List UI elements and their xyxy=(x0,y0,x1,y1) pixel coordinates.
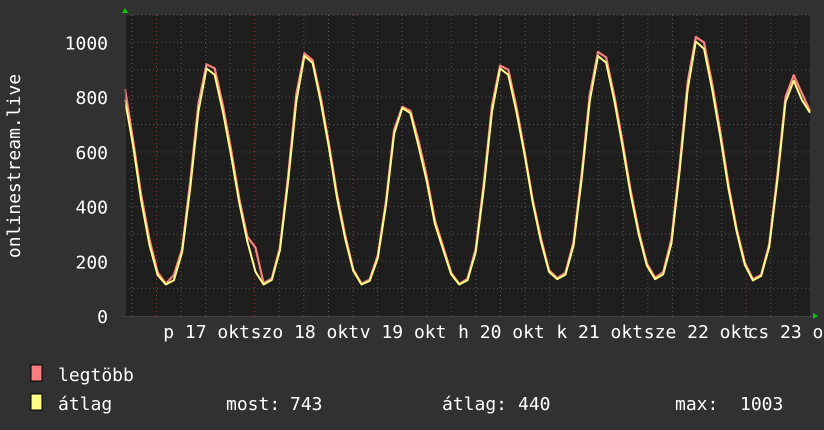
x-tick-label: h 20 okt xyxy=(458,322,545,343)
legend-swatch-avg xyxy=(30,393,43,411)
legend-label-max: legtöbb xyxy=(58,365,134,386)
y-axis-label: onlinestream.live xyxy=(4,74,25,258)
stat-now-value: 743 xyxy=(290,394,323,415)
stat-avg-value: 440 xyxy=(518,394,551,415)
legend-swatch-max xyxy=(30,364,43,382)
y-tick-label: 0 xyxy=(97,307,108,328)
y-tick-label: 200 xyxy=(75,252,108,273)
y-tick-label: 1000 xyxy=(65,33,108,54)
stat-max-value: 1003 xyxy=(740,394,783,415)
x-tick-labels: p 17 okt szo 18 okt v 19 okt h 20 okt k 21 o… xyxy=(163,322,824,343)
x-tick-label: szo 18 okt xyxy=(251,322,359,343)
y-tick-label: 400 xyxy=(75,198,108,219)
chart: 0 200 400 600 800 1000 p 17 okt szo 18 okt v 19… xyxy=(0,0,824,430)
x-tick-label: sze 22 okt xyxy=(644,322,752,343)
x-tick-label: k 21 okt xyxy=(556,322,643,343)
stat-max-label: max: xyxy=(675,394,718,415)
y-tick-label: 600 xyxy=(75,143,108,164)
x-tick-label: cs 23 okt xyxy=(747,322,824,343)
legend-label-avg: átlag xyxy=(58,394,112,415)
stat-avg-label: átlag: xyxy=(442,394,507,415)
y-tick-label: 800 xyxy=(75,88,108,109)
stat-now-label: most: xyxy=(226,394,280,415)
x-tick-label: v 19 okt xyxy=(360,322,447,343)
x-tick-label: p 17 okt xyxy=(163,322,250,343)
